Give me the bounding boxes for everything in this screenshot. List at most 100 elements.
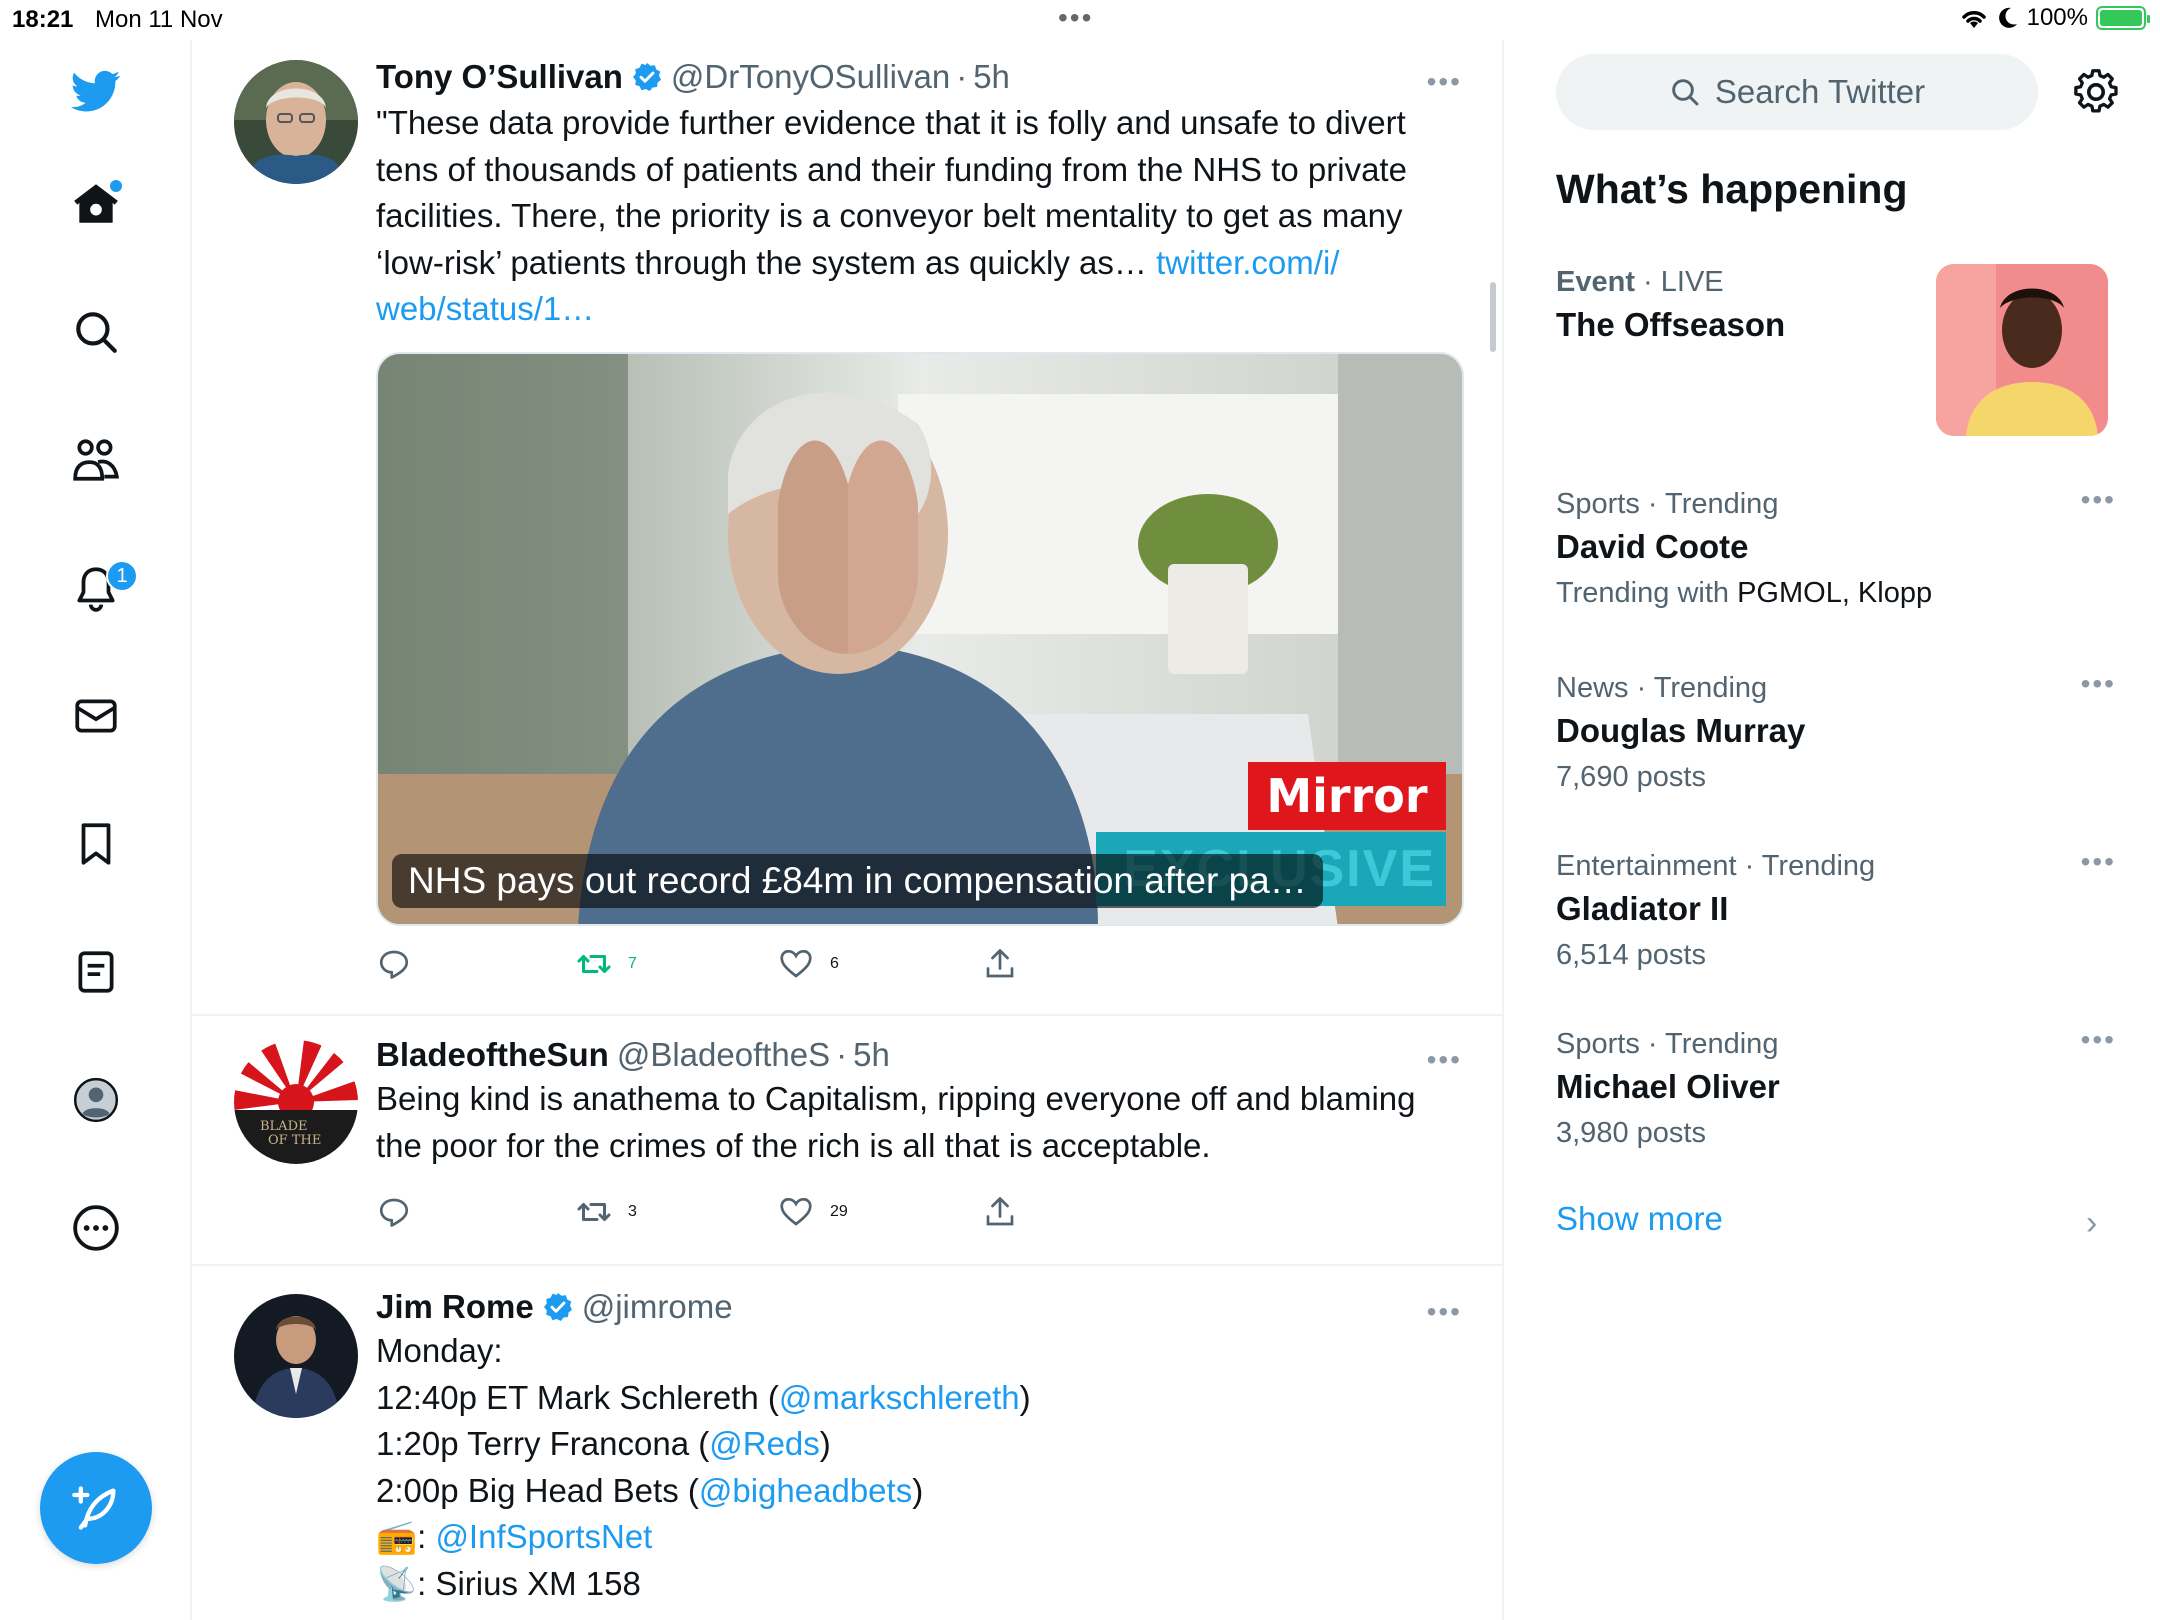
nav-profile[interactable] (66, 1070, 126, 1130)
search-input[interactable]: Search Twitter (1556, 54, 2038, 130)
trend-post-count: 6,514 posts (1556, 939, 1706, 971)
trend-thumbnail[interactable] (1936, 264, 2108, 436)
nav-notifications[interactable]: 1 (66, 558, 138, 618)
text-segment: : Sirius XM 158 (417, 1564, 641, 1602)
chevron-right-icon[interactable]: › (2086, 1204, 2097, 1243)
share-button[interactable] (982, 1194, 1018, 1230)
twitter-logo-icon[interactable] (66, 60, 126, 120)
retweet-count: 7 (628, 955, 637, 972)
tweet-text: "These data provide further evidence tha… (376, 100, 1462, 333)
multitasking-dots[interactable]: ••• (1058, 2, 1093, 34)
avatar-text-line: BLADE (260, 1119, 308, 1134)
battery-percent: 100% (2026, 4, 2088, 31)
author-name[interactable]: Tony O’Sullivan (376, 56, 623, 98)
trend-meta: Entertainment · Trending (1556, 850, 1876, 882)
avatar-blade-text: BLADE OF THE (260, 1120, 321, 1148)
trend-more-icon[interactable]: ••• (2081, 846, 2116, 878)
trend-subtitle: Trending with PGMOL, Klopp (1556, 570, 2116, 616)
reply-button[interactable] (376, 1194, 412, 1230)
like-button[interactable]: 6 (778, 946, 839, 982)
author-handle[interactable]: @DrTonyOSullivan (671, 56, 950, 98)
tweet-link[interactable]: twitter.com/i/ (1156, 244, 1339, 281)
trend-category: Event (1556, 266, 1635, 298)
tweet-header: BladeoftheSun @BladeoftheS · 5h (376, 1034, 1462, 1076)
author-handle[interactable]: @BladeoftheS (617, 1034, 830, 1076)
tweet-body: Jim Rome @jimrome ••• Monday: 12:40p ET … (376, 1286, 1462, 1607)
reply-icon (379, 1198, 409, 1227)
tweet-time[interactable]: 5h (853, 1034, 890, 1076)
radio-emoji: 📻 (376, 1518, 418, 1555)
search-icon (76, 312, 117, 353)
trend-title: Gladiator II (1556, 890, 1729, 927)
avatar[interactable] (234, 60, 358, 184)
tweet-time[interactable]: 5h (973, 56, 1010, 98)
mention-link[interactable]: @InfSportsNet (435, 1518, 652, 1555)
mention-link[interactable]: @Reds (709, 1425, 820, 1462)
tweet-more-icon[interactable]: ••• (1427, 1296, 1462, 1328)
show-more-link[interactable]: Show more (1556, 1200, 1723, 1238)
verified-badge-icon (543, 1293, 572, 1321)
tweet-text-line: 📡: Sirius XM 158 (376, 1561, 1462, 1608)
trend-meta: News · Trending (1556, 672, 1768, 704)
like-button[interactable]: 29 (778, 1194, 848, 1230)
avatar[interactable] (234, 1294, 358, 1418)
tweet[interactable]: BLADE OF THE BladeoftheSun @BladeoftheS … (192, 1016, 1502, 1266)
verified-badge-icon (632, 63, 661, 91)
mention-link[interactable]: @markschlereth (779, 1379, 1020, 1416)
reply-button[interactable] (376, 946, 412, 982)
tweet-text-line: Being kind is anathema to Capitalism, ri… (376, 1080, 1416, 1117)
nav-messages[interactable] (66, 686, 126, 746)
nav-bookmarks[interactable] (66, 814, 126, 874)
text-segment: 2:00p Big Head Bets ( (376, 1471, 699, 1509)
tweet-link-continued[interactable]: web/status/1… (376, 290, 594, 327)
trend-item[interactable]: News · Trending Douglas Murray 7,690 pos… (1556, 668, 2116, 800)
nav-communities[interactable] (66, 430, 126, 490)
tweet[interactable]: Tony O’Sullivan @DrTonyOSullivan · 5h ••… (192, 40, 1502, 1016)
tweet-media-card[interactable]: Mirror EXCLUSIVE NHS pays out record £84… (376, 352, 1464, 926)
status-time: 18:21 (12, 6, 74, 33)
search-icon (1672, 79, 1699, 106)
nav-home[interactable] (66, 174, 126, 234)
tweet-more-icon[interactable]: ••• (1427, 66, 1462, 98)
moon-icon (1998, 7, 2017, 28)
tweet[interactable]: Jim Rome @jimrome ••• Monday: 12:40p ET … (192, 1266, 1502, 1620)
tweet-more-icon[interactable]: ••• (1427, 1044, 1462, 1076)
tweet-header: Tony O’Sullivan @DrTonyOSullivan · 5h (376, 56, 1462, 98)
compose-button[interactable] (40, 1452, 152, 1564)
trend-more-icon[interactable]: ••• (2081, 1024, 2116, 1056)
trend-post-count: 7,690 posts (1556, 761, 1706, 793)
trend-related[interactable]: PGMOL, Klopp (1737, 577, 1932, 609)
trend-more-icon[interactable]: ••• (2081, 668, 2116, 700)
bookmark-icon (81, 823, 111, 865)
media-caption: NHS pays out record £84m in compensation… (392, 854, 1323, 908)
text-segment: 12:40p ET Mark Schlereth ( (376, 1378, 779, 1416)
nav-explore[interactable] (66, 302, 126, 362)
nav-lists[interactable] (66, 942, 126, 1002)
trend-title: Douglas Murray (1556, 712, 1806, 749)
author-handle[interactable]: @jimrome (582, 1286, 733, 1328)
mail-icon (75, 699, 117, 733)
trend-item[interactable]: Sports · Trending David Coote Trending w… (1556, 484, 2116, 616)
share-button[interactable] (982, 946, 1018, 982)
satellite-emoji: 📡 (376, 1564, 418, 1602)
gear-icon[interactable] (2072, 68, 2120, 116)
like-count: 29 (830, 1203, 848, 1220)
trend-item[interactable]: Sports · Trending Michael Oliver 3,980 p… (1556, 1024, 2116, 1156)
author-name[interactable]: Jim Rome (376, 1286, 534, 1328)
timeline[interactable]: Tony O’Sullivan @DrTonyOSullivan · 5h ••… (192, 40, 1504, 1620)
text-segment: : (417, 1518, 436, 1555)
trend-title: Michael Oliver (1556, 1068, 1780, 1105)
author-name[interactable]: BladeoftheSun (376, 1034, 609, 1076)
mention-link[interactable]: @bigheadbets (699, 1472, 912, 1509)
retweet-button[interactable]: 3 (576, 1194, 637, 1230)
retweet-button[interactable]: 7 (576, 946, 637, 982)
timeline-scrollbar[interactable] (1490, 282, 1496, 352)
share-icon (986, 949, 1014, 978)
retweet-icon (577, 955, 611, 973)
battery-icon (2096, 6, 2150, 30)
avatar[interactable]: BLADE OF THE (234, 1040, 358, 1164)
nav-more[interactable] (66, 1198, 126, 1258)
trend-item[interactable]: Entertainment · Trending Gladiator II 6,… (1556, 846, 2116, 978)
text-segment: ) (912, 1471, 924, 1509)
trend-more-icon[interactable]: ••• (2081, 484, 2116, 516)
